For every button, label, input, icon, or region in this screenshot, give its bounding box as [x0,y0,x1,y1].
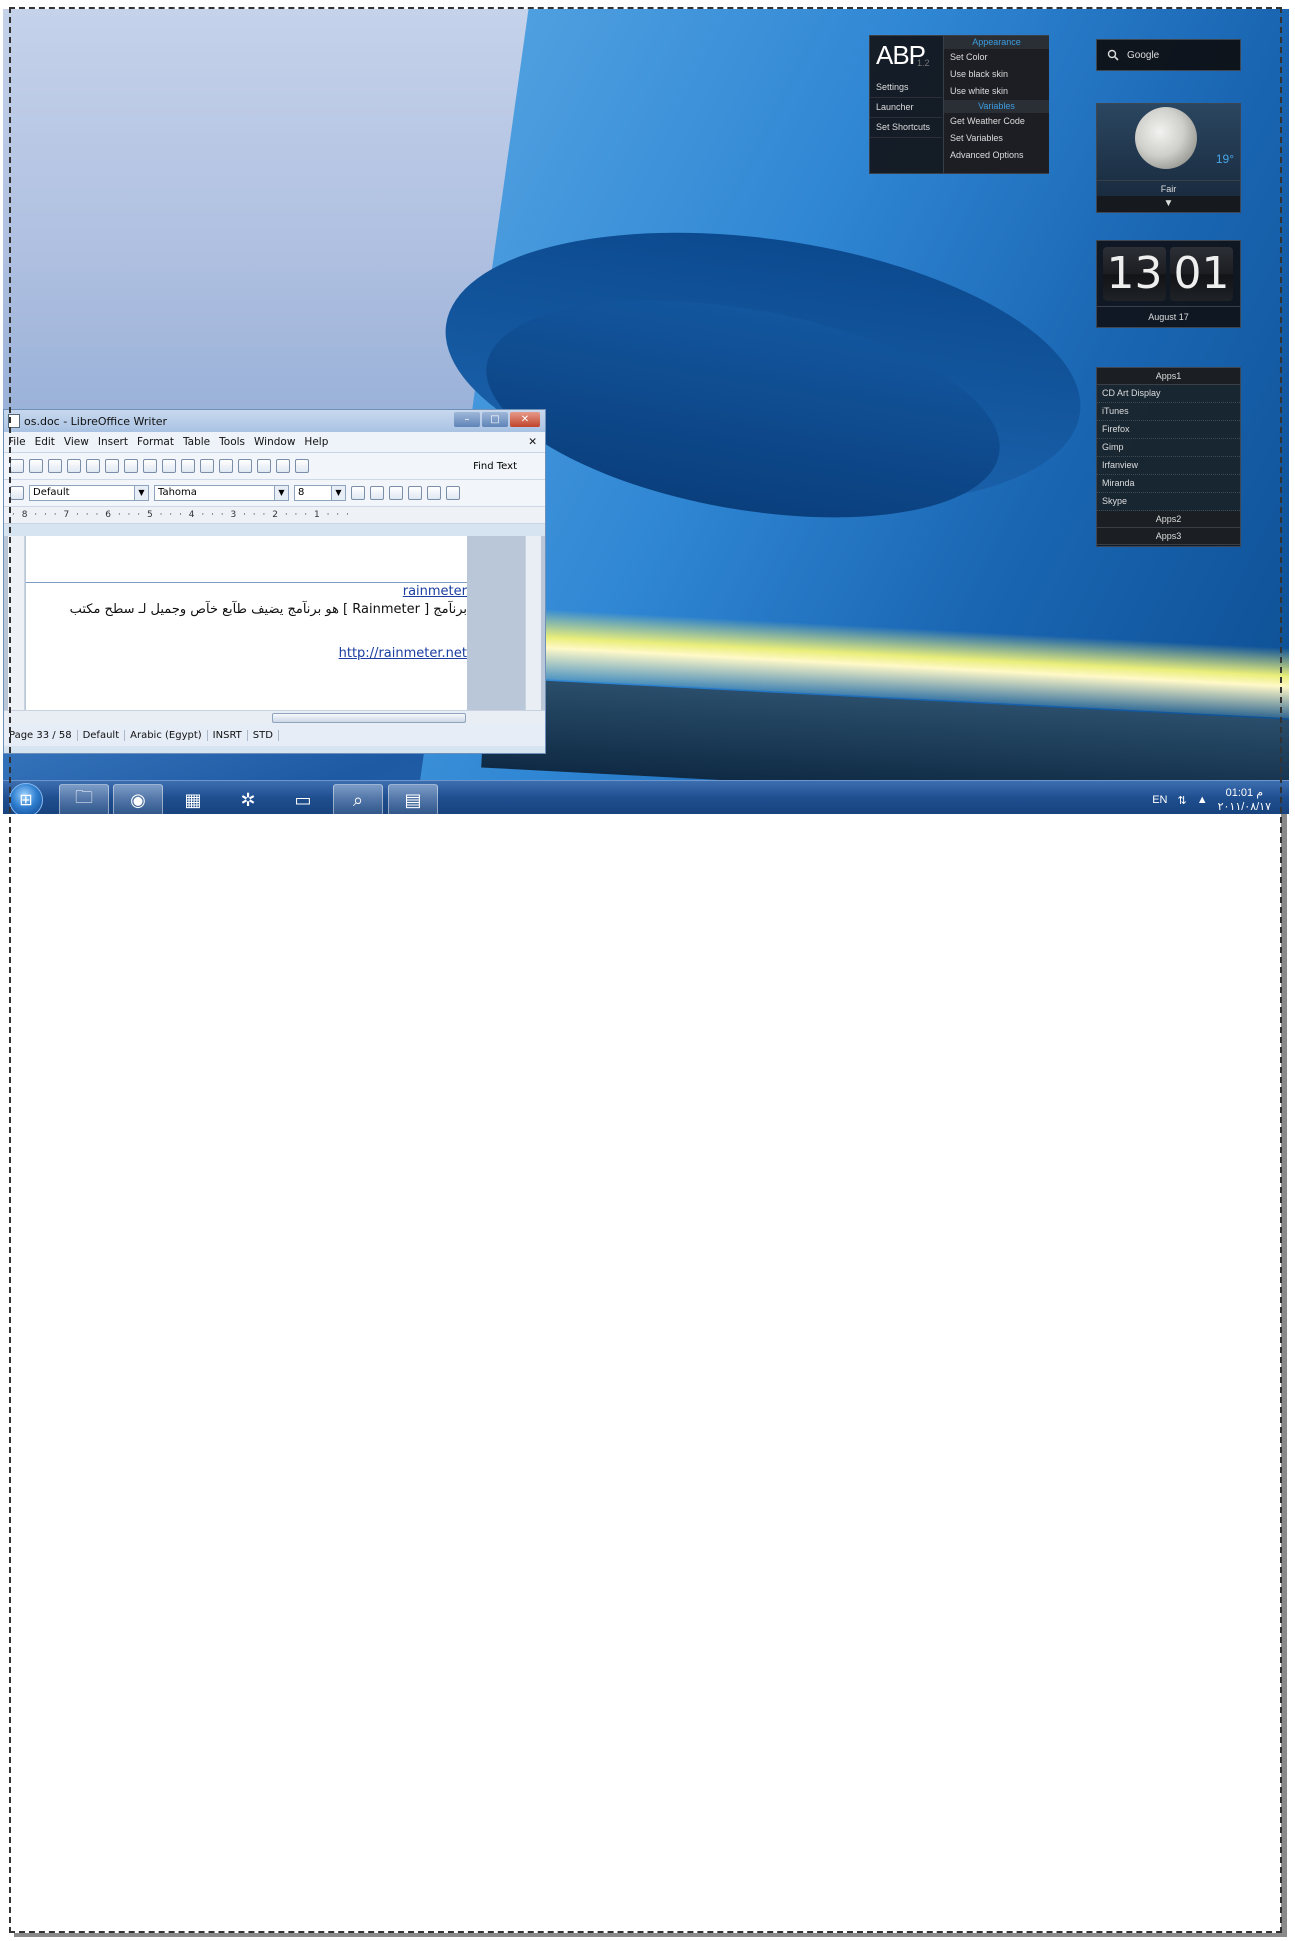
page-frame [9,7,1282,1933]
page-shadow-bottom [14,1933,1287,1937]
